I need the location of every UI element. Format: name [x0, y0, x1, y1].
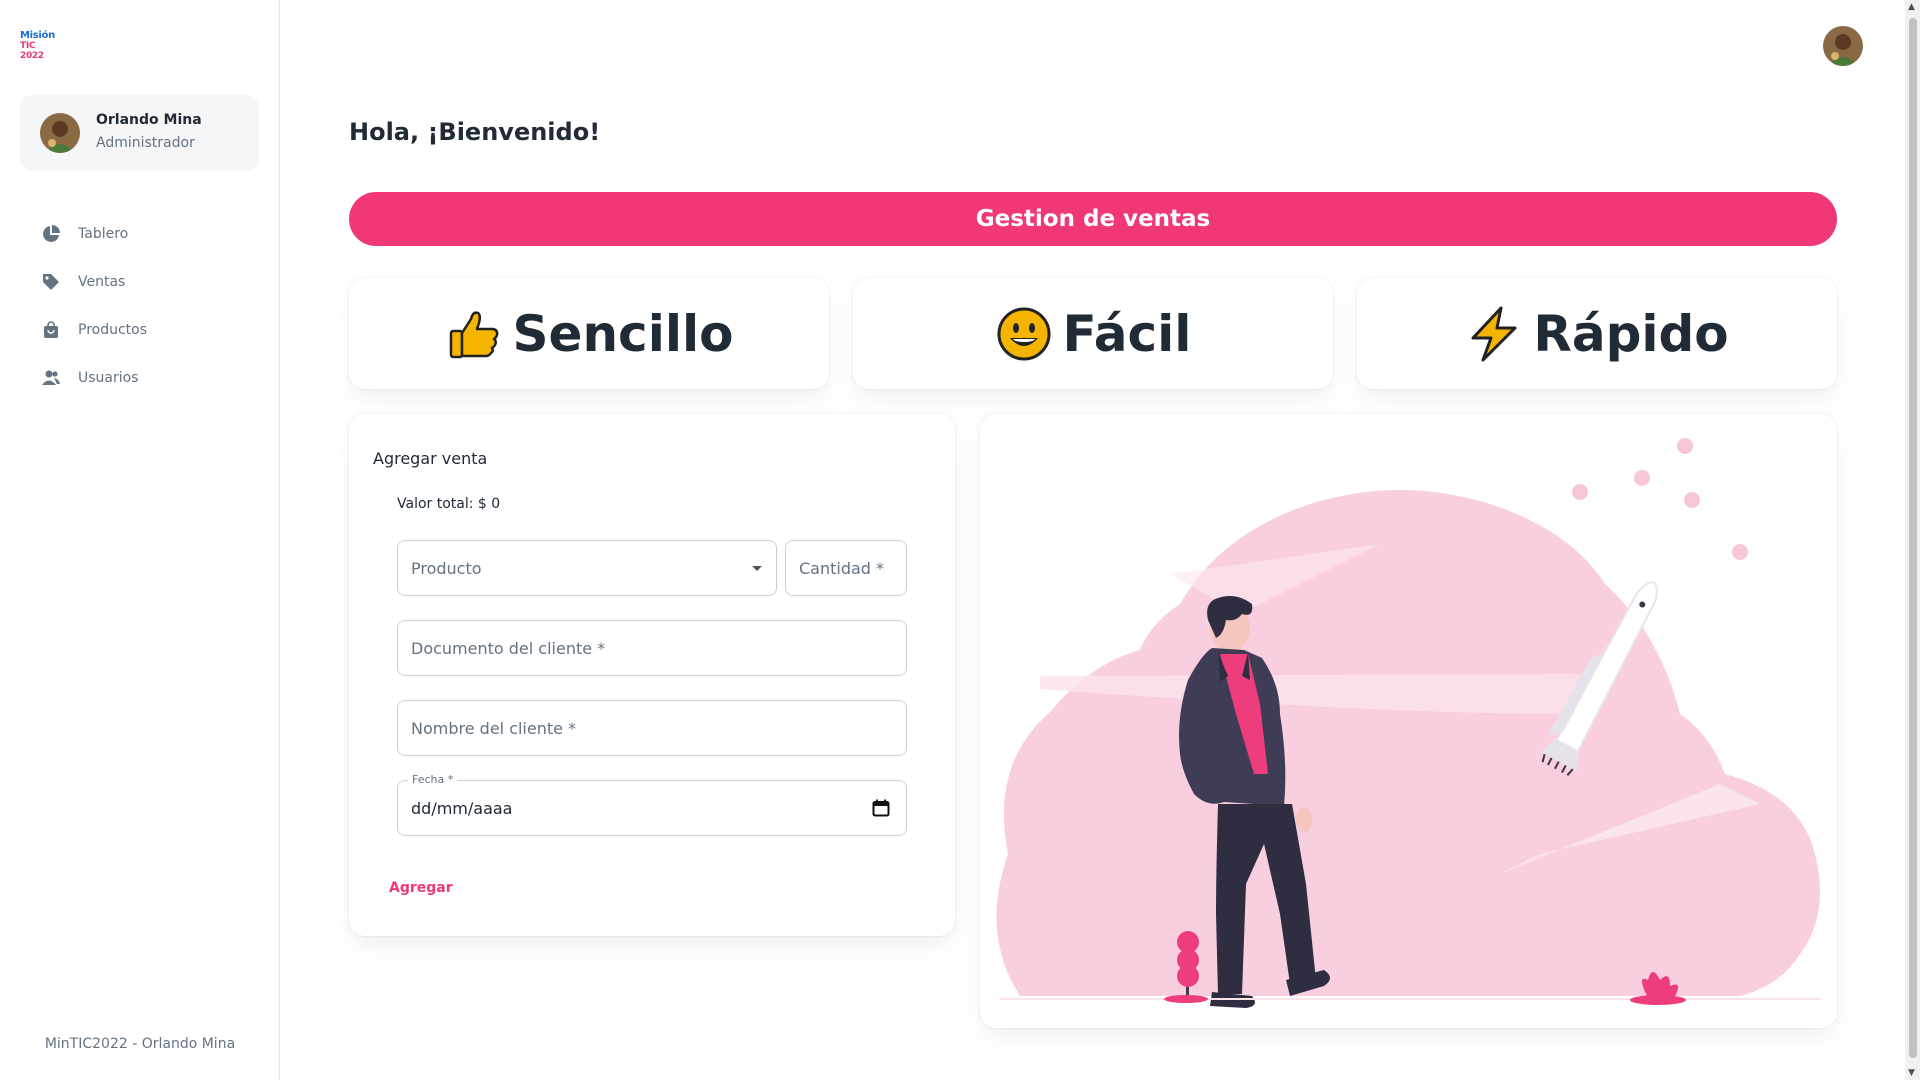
- mision-tic-logo[interactable]: Misión TIC 2022: [20, 30, 60, 61]
- sidebar-item-label: Ventas: [78, 274, 126, 290]
- feature-label: Rápido: [1533, 304, 1729, 363]
- sidebar-item-ventas[interactable]: Ventas: [20, 258, 259, 306]
- fecha-label: Fecha *: [408, 773, 458, 786]
- documento-field[interactable]: Documento del cliente *: [397, 620, 907, 676]
- sidebar: Misión TIC 2022 Orlando Mina Administrad…: [0, 0, 280, 1080]
- sidebar-item-productos[interactable]: Productos: [20, 306, 259, 354]
- sidebar-item-label: Tablero: [78, 226, 129, 242]
- vertical-scrollbar[interactable]: ▲ ▼: [1905, 0, 1920, 1080]
- account-role: Administrador: [96, 135, 195, 151]
- banner: Gestion de ventas: [349, 192, 1837, 246]
- nombre-field[interactable]: Nombre del cliente *: [397, 700, 907, 756]
- sidebar-nav: Tablero Ventas Productos Usuarios: [20, 210, 259, 402]
- pie-chart-icon: [40, 223, 62, 245]
- sidebar-item-usuarios[interactable]: Usuarios: [20, 354, 259, 402]
- feature-card-facil: Fácil: [853, 278, 1333, 389]
- agregar-button[interactable]: Agregar: [377, 874, 465, 902]
- card-title: Agregar venta: [373, 449, 488, 468]
- avatar: [40, 113, 80, 153]
- scroll-down-icon[interactable]: ▼: [1908, 1068, 1915, 1078]
- logo-line1: Misión: [20, 30, 55, 41]
- feature-label: Fácil: [1062, 304, 1192, 363]
- calendar-icon[interactable]: [872, 799, 890, 817]
- page-title: Hola, ¡Bienvenido!: [349, 118, 601, 146]
- producto-placeholder: Producto: [411, 558, 482, 578]
- scrollbar-thumb[interactable]: [1909, 18, 1917, 1058]
- tag-icon: [40, 271, 62, 293]
- total-value: Valor total: $ 0: [397, 496, 501, 512]
- logo-line2: TIC 2022: [20, 41, 44, 61]
- cantidad-field[interactable]: Cantidad *: [785, 540, 907, 596]
- thumbs-up-icon: [445, 305, 503, 363]
- fecha-field[interactable]: Fecha * dd/mm/aaaa: [397, 773, 907, 836]
- feature-label: Sencillo: [512, 304, 734, 363]
- sidebar-item-label: Productos: [78, 322, 148, 338]
- sidebar-item-tablero[interactable]: Tablero: [20, 210, 259, 258]
- feature-card-rapido: Rápido: [1357, 278, 1837, 389]
- shopping-bag-icon: [40, 319, 62, 341]
- launch-illustration: [996, 438, 1820, 1008]
- grinning-face-icon: [995, 305, 1053, 363]
- add-sale-card: Agregar venta Valor total: $ 0 Producto …: [349, 414, 955, 936]
- producto-select[interactable]: Producto: [397, 540, 777, 596]
- account-avatar-button[interactable]: [1823, 26, 1863, 66]
- scroll-up-icon[interactable]: ▲: [1908, 2, 1915, 12]
- cantidad-placeholder: Cantidad *: [799, 558, 885, 578]
- fecha-value: dd/mm/aaaa: [411, 798, 513, 818]
- sidebar-item-label: Usuarios: [78, 370, 139, 386]
- illustration-card: [980, 414, 1837, 1028]
- account-card[interactable]: Orlando Mina Administrador: [20, 95, 259, 171]
- documento-placeholder: Documento del cliente *: [411, 638, 606, 658]
- account-name: Orlando Mina: [96, 112, 202, 128]
- people-icon: [40, 367, 62, 389]
- feature-card-sencillo: Sencillo: [349, 278, 829, 389]
- lightning-icon: [1465, 305, 1523, 363]
- sidebar-footer: MinTIC2022 - Orlando Mina: [44, 1036, 236, 1052]
- nombre-placeholder: Nombre del cliente *: [411, 718, 577, 738]
